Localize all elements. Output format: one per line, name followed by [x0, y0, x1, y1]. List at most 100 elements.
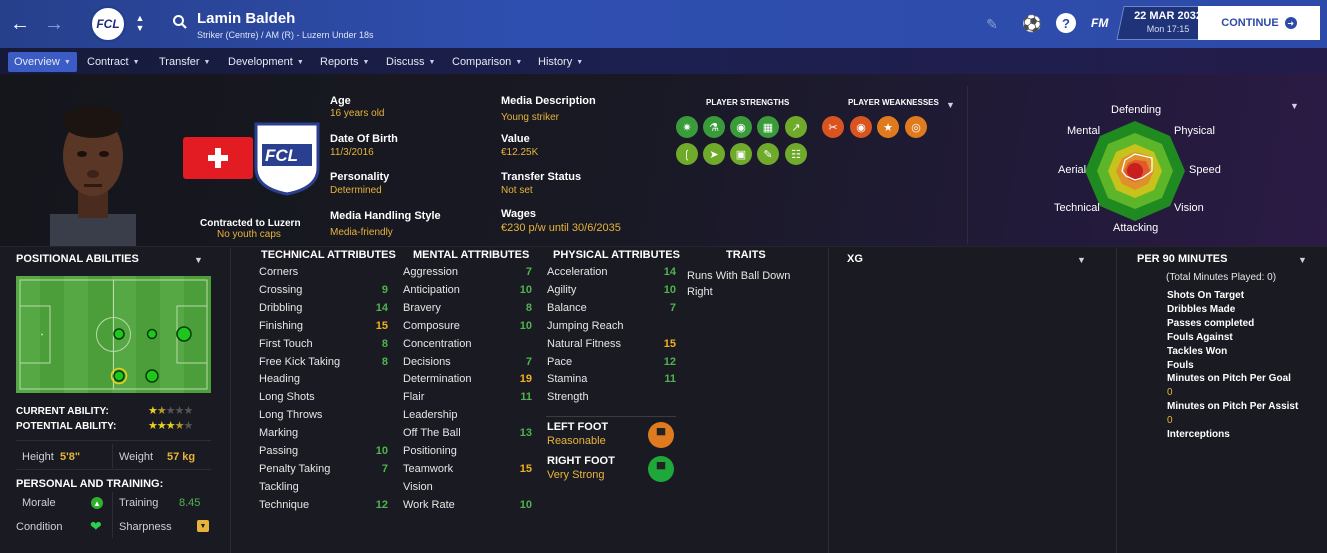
radar-label-aerial: Aerial: [1058, 164, 1087, 176]
strength-shooting-icon[interactable]: ✷: [676, 116, 698, 138]
attribute-name: First Touch: [259, 337, 313, 350]
strength-boot-icon[interactable]: ❲: [676, 143, 698, 165]
attribute-row[interactable]: Flair 11: [403, 391, 532, 403]
xg-title: XG: [847, 253, 863, 265]
attribute-row[interactable]: Free Kick Taking 8: [259, 356, 388, 368]
attribute-row[interactable]: Heading: [259, 373, 388, 385]
tab-comparison[interactable]: Comparison ▼: [446, 52, 528, 72]
attribute-row[interactable]: Acceleration 14: [547, 266, 676, 278]
switch-player-icon[interactable]: ▲ ▼: [133, 10, 147, 36]
chevron-down-icon[interactable]: ▼: [946, 100, 955, 110]
attribute-row[interactable]: Pace 12: [547, 356, 676, 368]
weakness-tools-icon[interactable]: ✂: [822, 116, 844, 138]
attribute-row[interactable]: Vision: [403, 481, 532, 493]
attribute-name: Dribbling: [259, 301, 303, 314]
trophy-icon[interactable]: ⚽: [1021, 13, 1043, 35]
contract-label: Contracted to Luzern: [200, 218, 301, 229]
media-desc-label: Media Description: [501, 95, 596, 107]
weakness-star-icon[interactable]: ★: [877, 116, 899, 138]
attribute-row[interactable]: Finishing 15: [259, 320, 388, 332]
attribute-row[interactable]: Balance 7: [547, 302, 676, 314]
attribute-row[interactable]: Anticipation 10: [403, 284, 532, 296]
strength-mind-icon[interactable]: ◉: [730, 116, 752, 138]
club-crest[interactable]: FCL: [90, 6, 126, 42]
attribute-row[interactable]: Natural Fitness 15: [547, 338, 676, 350]
attribute-name: Off The Ball: [403, 427, 461, 440]
weakness-eye-icon[interactable]: ◉: [850, 116, 872, 138]
continue-button[interactable]: CONTINUE ➜: [1198, 6, 1320, 40]
attribute-name: Agility: [547, 283, 577, 296]
attribute-row[interactable]: Leadership: [403, 409, 532, 421]
strength-document-icon[interactable]: ☷: [785, 143, 807, 165]
attribute-row[interactable]: Teamwork 15: [403, 463, 532, 475]
strength-money-icon[interactable]: ▣: [730, 143, 752, 165]
attribute-name: Positioning: [403, 445, 457, 457]
attribute-row[interactable]: Crossing 9: [259, 284, 388, 296]
attribute-row[interactable]: Jumping Reach: [547, 320, 676, 332]
sharpness-icon: ▼: [197, 520, 209, 532]
attribute-row[interactable]: Tackling: [259, 481, 388, 493]
chevron-down-icon[interactable]: ▼: [1290, 101, 1299, 111]
attribute-row[interactable]: Penalty Taking 7: [259, 463, 388, 475]
attribute-row[interactable]: Dribbling 14: [259, 302, 388, 314]
tab-transfer[interactable]: Transfer ▼: [153, 52, 216, 72]
strength-flask-icon[interactable]: ⚗: [703, 116, 725, 138]
tab-reports[interactable]: Reports ▼: [314, 52, 375, 72]
attribute-row[interactable]: Concentration: [403, 338, 532, 350]
chevron-down-icon: ▼: [132, 58, 140, 66]
attribute-row[interactable]: Positioning: [403, 445, 532, 457]
positional-title: POSITIONAL ABILITIES: [16, 253, 139, 265]
attribute-row[interactable]: Bravery 8: [403, 302, 532, 314]
player-photo: [50, 96, 136, 246]
tab-discuss[interactable]: Discuss ▼: [380, 52, 441, 72]
chevron-down-icon[interactable]: ▼: [194, 255, 203, 265]
personality-value: Determined: [330, 185, 382, 196]
strength-board-icon[interactable]: ▦: [757, 116, 779, 138]
chevron-down-icon[interactable]: ▼: [1077, 255, 1086, 265]
attribute-row[interactable]: Long Throws: [259, 409, 388, 421]
attribute-row[interactable]: Long Shots: [259, 391, 388, 403]
club-crest-text: FCL: [96, 17, 120, 31]
attribute-row[interactable]: Corners: [259, 266, 388, 278]
hero-divider: [967, 86, 968, 244]
trait-item: Runs With Ball Down Right: [687, 270, 791, 298]
attribute-name: Free Kick Taking: [259, 355, 341, 368]
attribute-row[interactable]: Aggression 7: [403, 266, 532, 278]
back-arrow-icon[interactable]: ←: [8, 12, 32, 36]
attribute-row[interactable]: Agility 10: [547, 284, 676, 296]
attribute-name: Pace: [547, 355, 573, 368]
edit-icon[interactable]: ✎: [982, 14, 1002, 34]
attribute-row[interactable]: Off The Ball 13: [403, 427, 532, 439]
attribute-name: Corners: [259, 266, 299, 278]
right-foot-label: RIGHT FOOT: [547, 455, 615, 467]
strength-wings-icon[interactable]: ➤: [703, 143, 725, 165]
strength-growth-icon[interactable]: ↗: [785, 116, 807, 138]
weakness-target-icon[interactable]: ◎: [905, 116, 927, 138]
tab-contract[interactable]: Contract ▼: [81, 52, 146, 72]
tab-development[interactable]: Development ▼: [222, 52, 310, 72]
strength-contract-icon[interactable]: ✎: [757, 143, 779, 165]
attribute-row[interactable]: Composure 10: [403, 320, 532, 332]
attribute-row[interactable]: Technique 12: [259, 499, 388, 511]
attribute-row[interactable]: Stamina 11: [547, 373, 676, 385]
attribute-row[interactable]: Strength: [547, 391, 676, 403]
fm-logo[interactable]: FM: [1091, 16, 1108, 30]
attribute-row[interactable]: Determination 19: [403, 373, 532, 385]
tab-overview[interactable]: Overview ▼: [8, 52, 77, 72]
value-value: €12.25K: [501, 147, 539, 158]
attribute-row[interactable]: Work Rate 10: [403, 499, 532, 511]
mins-per-goal-value: 0: [1167, 387, 1173, 398]
condition-label: Condition: [16, 521, 63, 533]
value-label: Value: [501, 133, 530, 145]
attribute-row[interactable]: Marking: [259, 427, 388, 439]
attribute-name: Jumping Reach: [547, 319, 624, 332]
attribute-row[interactable]: First Touch 8: [259, 338, 388, 350]
search-icon[interactable]: [170, 12, 190, 32]
forward-arrow-icon[interactable]: →: [42, 12, 66, 36]
help-icon[interactable]: ?: [1056, 13, 1076, 33]
positional-pitch[interactable]: [16, 276, 211, 393]
chevron-down-icon[interactable]: ▼: [1298, 255, 1307, 265]
tab-history[interactable]: History ▼: [532, 52, 589, 72]
attribute-row[interactable]: Passing 10: [259, 445, 388, 457]
attribute-row[interactable]: Decisions 7: [403, 356, 532, 368]
